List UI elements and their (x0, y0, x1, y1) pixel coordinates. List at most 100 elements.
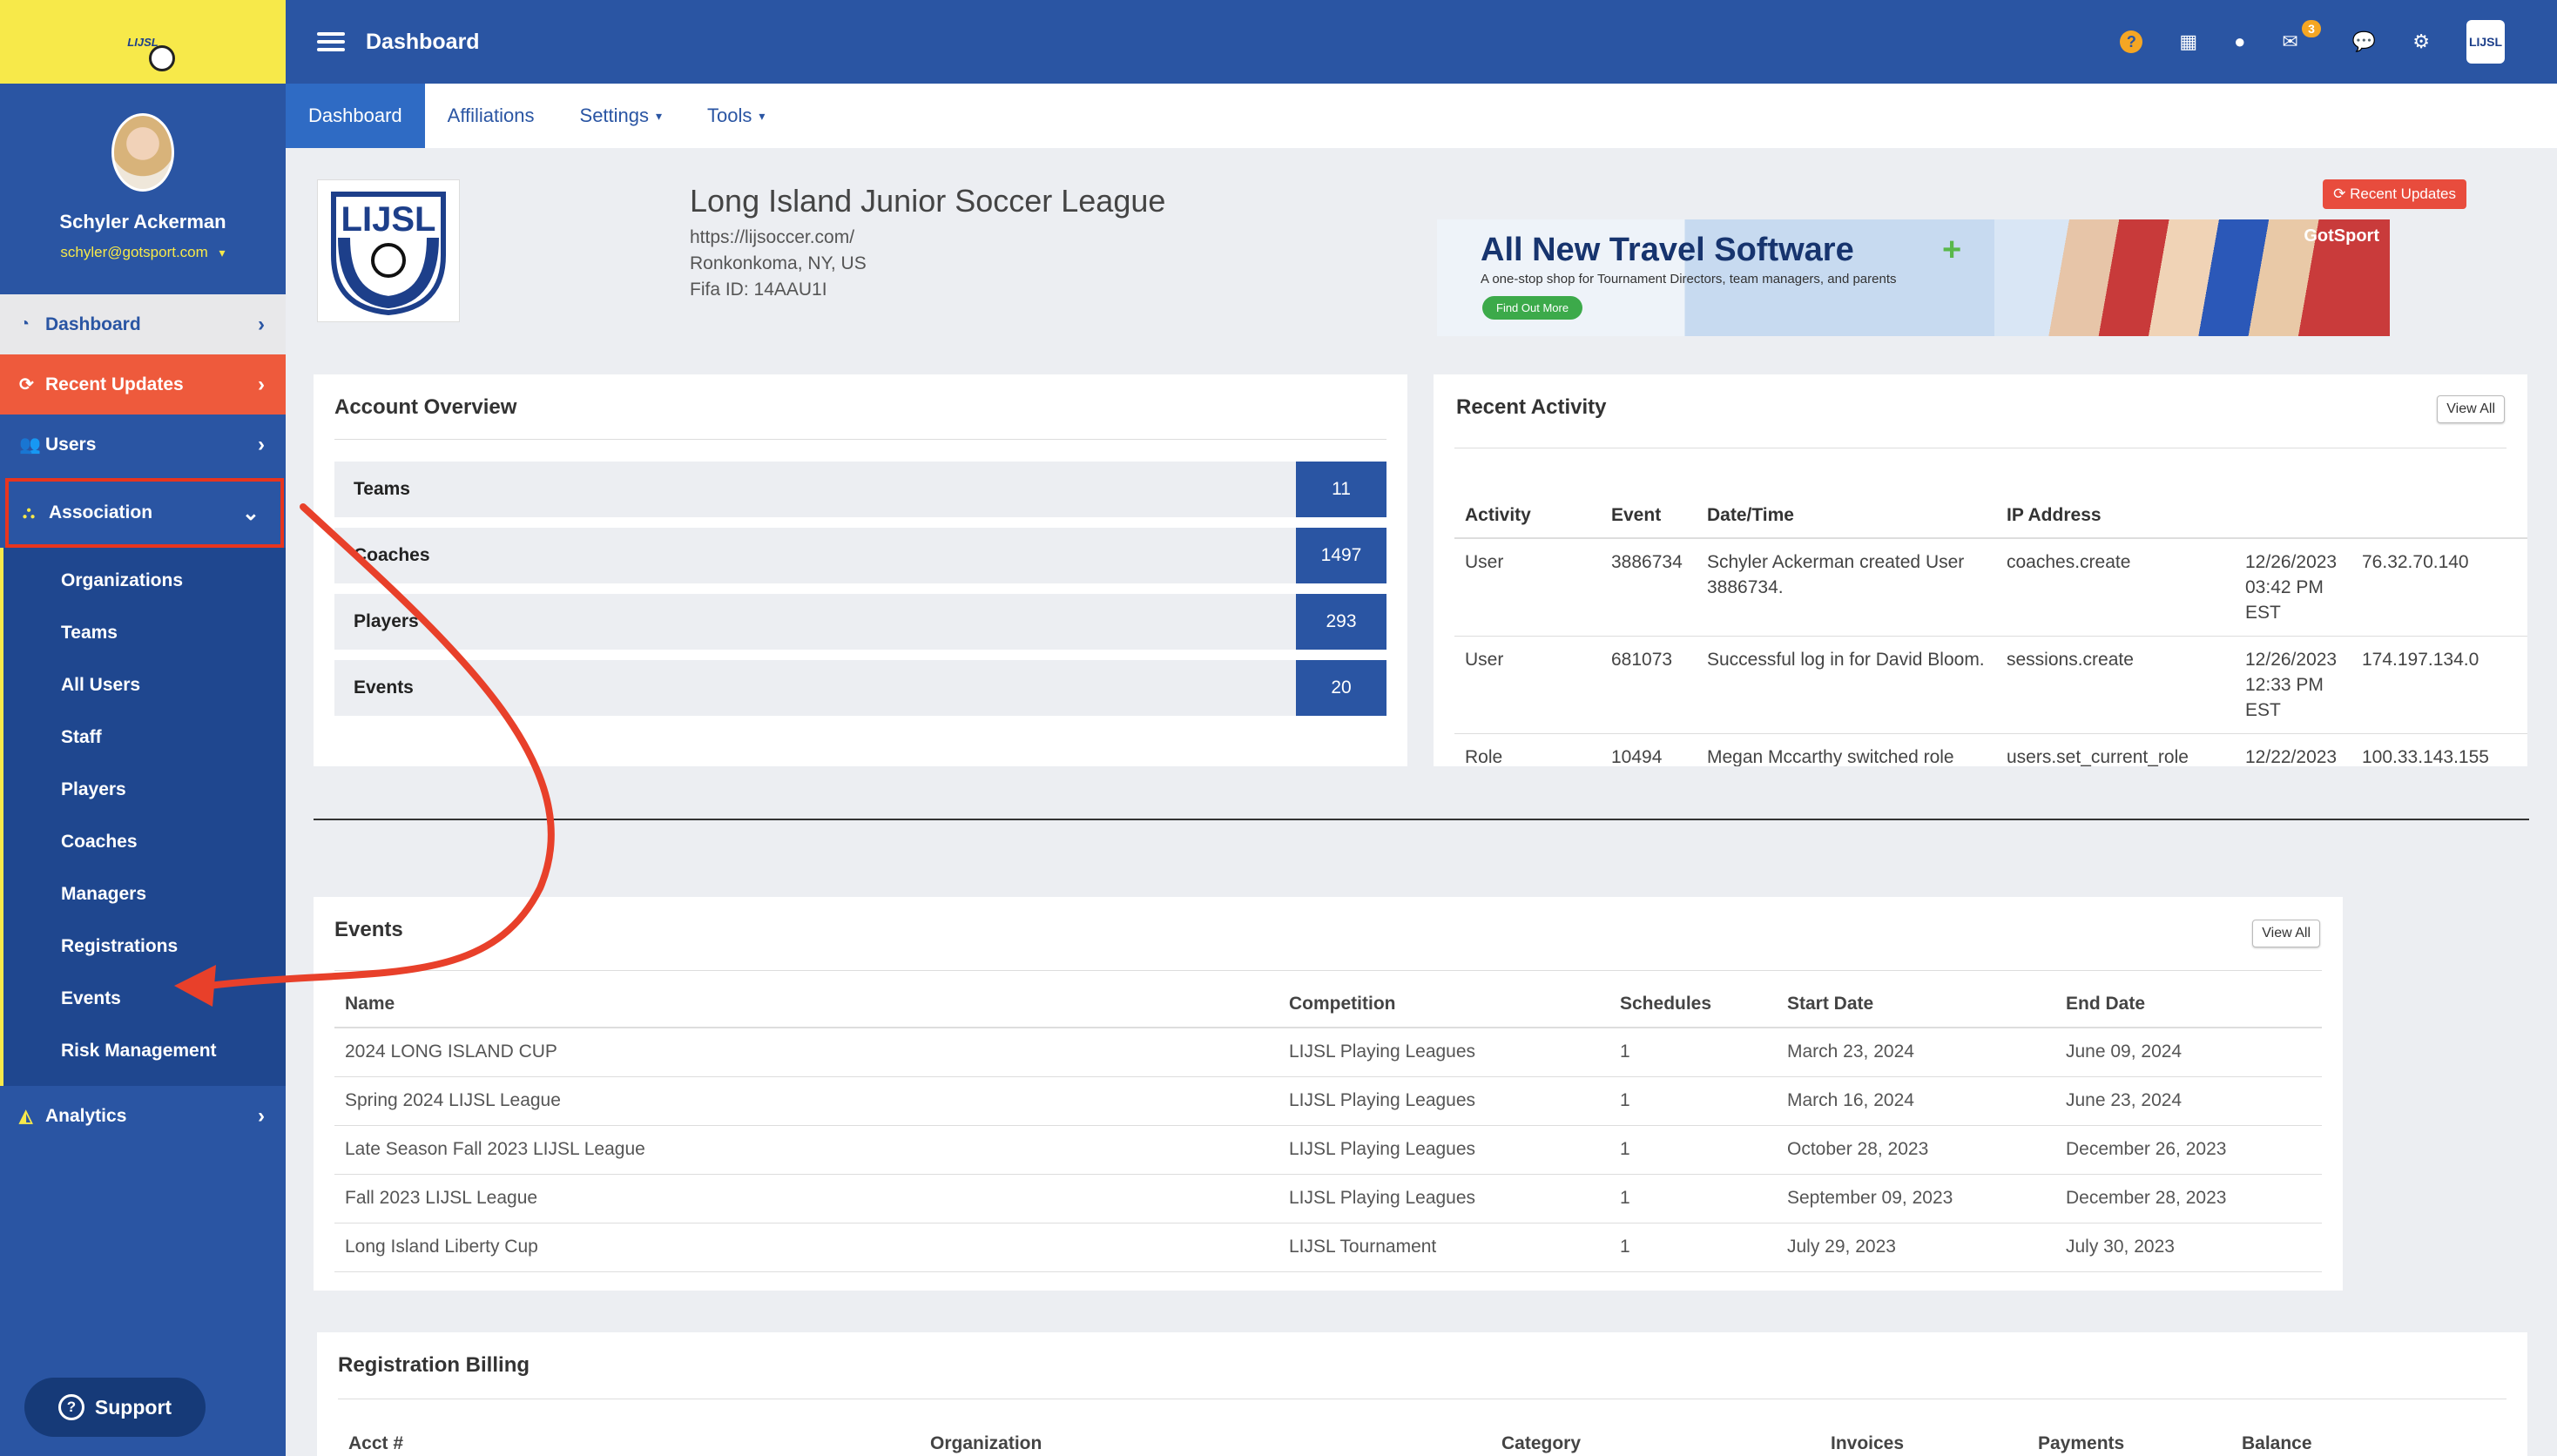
card-title: Registration Billing (338, 1353, 530, 1377)
cell-event: 681073 (1601, 636, 1697, 734)
view-all-events-button[interactable]: View All (2252, 920, 2320, 947)
submenu-item-managers[interactable]: Managers (3, 868, 286, 920)
recent-activity-card: Recent Activity View All Activity Event … (1434, 374, 2527, 766)
column-header: IP Address (1996, 493, 2235, 539)
event-name-link[interactable]: Late Season Fall 2023 LIJSL League (334, 1125, 1278, 1175)
schedules-link[interactable]: 1 (1609, 1028, 1777, 1077)
sidebar-item-label: Analytics (45, 1105, 127, 1126)
profile-email-dropdown[interactable]: schyler@gotsport.com ▾ (60, 244, 225, 261)
find-out-more-button[interactable]: Find Out More (1482, 296, 1583, 320)
profile-email: schyler@gotsport.com (60, 244, 208, 260)
event-name-link[interactable]: 2024 LONG ISLAND CUP (334, 1028, 1278, 1077)
tab-dashboard[interactable]: Dashboard (286, 84, 425, 148)
section-divider (314, 819, 2529, 820)
support-label: Support (94, 1395, 172, 1419)
card-title: Recent Activity (1456, 395, 1607, 419)
overview-row-coaches[interactable]: Coaches 1497 (334, 528, 1386, 583)
soccer-ball-icon (149, 45, 175, 71)
registration-billing-card: Registration Billing Acct # Organization… (317, 1332, 2527, 1456)
association-logo-small[interactable]: LIJSL (2466, 20, 2505, 64)
caret-down-icon: ▾ (656, 108, 663, 123)
user-profile: Schyler Ackerman schyler@gotsport.com ▾ (0, 84, 286, 294)
org-url[interactable]: https://lijsoccer.com/ (690, 225, 867, 251)
column-header: Name (334, 981, 1278, 1028)
view-all-activity-button[interactable]: View All (2437, 395, 2505, 423)
overview-label: Coaches (354, 545, 430, 565)
cell-end-date: June 09, 2024 (2055, 1028, 2322, 1077)
event-name-link[interactable]: Long Island Liberty Cup (334, 1223, 1278, 1272)
hamburger-menu-icon[interactable] (317, 32, 345, 51)
overview-row-events[interactable]: Events 20 (334, 660, 1386, 716)
submenu-item-all-users[interactable]: All Users (3, 659, 286, 711)
sidebar-item-users[interactable]: 👥 Users › (0, 415, 286, 475)
sidebar-item-association[interactable]: ⛬ Association ⌄ (5, 478, 284, 548)
cell-start-date: March 16, 2024 (1777, 1076, 2055, 1126)
association-logo[interactable]: LIJSL (105, 9, 180, 75)
cell-start-date: March 23, 2024 (1777, 1028, 2055, 1077)
recent-updates-button[interactable]: ⟳ Recent Updates (2323, 179, 2466, 209)
support-button[interactable]: ? Support (24, 1378, 206, 1437)
user-icon[interactable]: ● (2234, 30, 2245, 53)
users-icon: 👥 (19, 435, 41, 455)
column-header: Schedules (1609, 981, 1777, 1028)
schedules-link[interactable]: 1 (1609, 1076, 1777, 1126)
submenu-item-teams[interactable]: Teams (3, 607, 286, 659)
card-title: Account Overview (334, 395, 517, 419)
overview-count: 293 (1296, 594, 1386, 650)
cell-activity: User (1454, 538, 1601, 637)
sitemap-icon: ⛬ (23, 502, 35, 522)
tab-affiliations[interactable]: Affiliations (425, 84, 557, 148)
qr-icon[interactable]: ▦ (2179, 30, 2197, 53)
submenu-item-staff[interactable]: Staff (3, 711, 286, 764)
caret-down-icon: ▾ (219, 246, 226, 260)
help-icon[interactable]: ? (2120, 30, 2143, 53)
mail-icon[interactable]: ✉ 3 (2282, 20, 2321, 53)
column-header: Organization (930, 1433, 1042, 1453)
sidebar-item-dashboard[interactable]: ◔ Dashboard › (0, 294, 286, 354)
tab-tools[interactable]: Tools ▾ (685, 84, 787, 148)
competition-link[interactable]: LIJSL Playing Leagues (1278, 1076, 1609, 1126)
column-header: Category (1501, 1433, 1582, 1453)
competition-link[interactable]: LIJSL Playing Leagues (1278, 1028, 1609, 1077)
gear-icon[interactable]: ⚙ (2412, 30, 2430, 53)
sidebar-item-recent-updates[interactable]: ⟳ Recent Updates › (0, 354, 286, 415)
schedules-link[interactable]: 1 (1609, 1223, 1777, 1272)
schedules-link[interactable]: 1 (1609, 1125, 1777, 1175)
org-logo: LIJSL (317, 179, 460, 322)
logo-text: LIJSL (127, 35, 159, 49)
top-icons: ? ▦ ● ✉ 3 💬 ⚙ LIJSL (2120, 0, 2505, 84)
sidebar-item-analytics[interactable]: ◭ Analytics › (0, 1086, 286, 1146)
promo-banner[interactable]: All New Travel Software A one-stop shop … (1437, 219, 2390, 336)
chevron-right-icon: › (258, 372, 265, 396)
cell-ip: 174.197.134.0 (2351, 636, 2527, 734)
event-name-link[interactable]: Spring 2024 LIJSL League (334, 1076, 1278, 1126)
question-icon: ? (57, 1394, 84, 1420)
chevron-right-icon: › (258, 312, 265, 336)
competition-link[interactable]: LIJSL Playing Leagues (1278, 1125, 1609, 1175)
submenu-item-registrations[interactable]: Registrations (3, 920, 286, 973)
cell-action: users.set_current_role (1996, 733, 2235, 766)
column-header: Invoices (1831, 1433, 1905, 1453)
overview-row-teams[interactable]: Teams 11 (334, 462, 1386, 517)
chevron-right-icon: › (258, 1103, 265, 1128)
divider (334, 970, 2322, 971)
schedules-link[interactable]: 1 (1609, 1174, 1777, 1223)
submenu-item-coaches[interactable]: Coaches (3, 816, 286, 868)
events-card: Events View All Name Competition Schedul… (314, 897, 2343, 1291)
tab-label: Tools (707, 104, 752, 126)
competition-link[interactable]: LIJSL Tournament (1278, 1223, 1609, 1272)
submenu-item-players[interactable]: Players (3, 764, 286, 816)
tab-settings[interactable]: Settings ▾ (557, 84, 685, 148)
overview-row-players[interactable]: Players 293 (334, 594, 1386, 650)
submenu-item-events[interactable]: Events (3, 973, 286, 1025)
chevron-down-icon: ⌄ (241, 501, 260, 525)
competition-link[interactable]: LIJSL Playing Leagues (1278, 1174, 1609, 1223)
sub-navigation: Dashboard Affiliations Settings ▾ Tools ▾ (286, 84, 2557, 148)
event-name-link[interactable]: Fall 2023 LIJSL League (334, 1174, 1278, 1223)
cell-start-date: September 09, 2023 (1777, 1174, 2055, 1223)
chevron-right-icon: › (258, 432, 265, 456)
chat-icon[interactable]: 💬 (2352, 30, 2376, 53)
column-header: Competition (1278, 981, 1609, 1028)
submenu-item-risk-management[interactable]: Risk Management (3, 1025, 286, 1077)
submenu-item-organizations[interactable]: Organizations (3, 555, 286, 607)
